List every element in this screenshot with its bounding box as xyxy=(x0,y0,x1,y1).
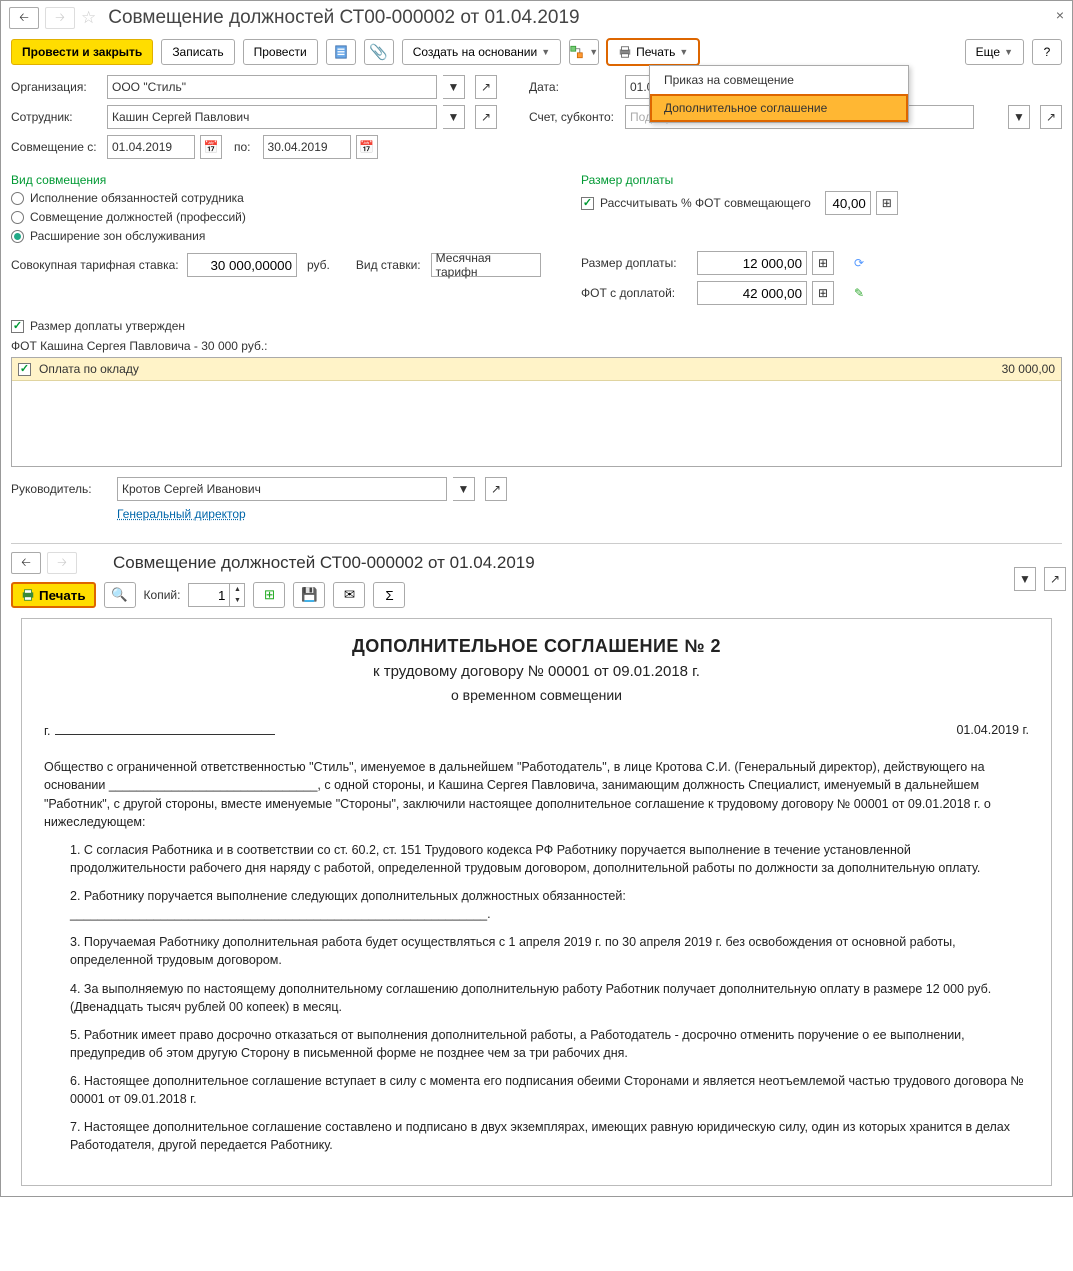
radio-zones[interactable]: Расширение зон обслуживания xyxy=(11,229,551,243)
size-heading: Размер доплаты xyxy=(581,173,1062,187)
excel-icon[interactable]: ⊞ xyxy=(253,582,285,608)
calendar-icon[interactable]: 📅 xyxy=(356,135,378,159)
calc-icon[interactable]: ⊞ xyxy=(812,251,834,275)
calendar-icon[interactable]: 📅 xyxy=(200,135,222,159)
nav-forward-button[interactable]: 🡢 xyxy=(45,7,75,29)
structure-icon[interactable]: ▼ xyxy=(569,39,599,65)
radio-duties[interactable]: Исполнение обязанностей сотрудника xyxy=(11,191,551,205)
emp-field[interactable]: Кашин Сергей Павлович xyxy=(107,105,437,129)
sub-title: Совмещение должностей СТ00-000002 от 01.… xyxy=(113,553,535,573)
print-dropdown-menu: Приказ на совмещение Дополнительное согл… xyxy=(649,65,909,123)
approved-checkbox[interactable] xyxy=(11,320,24,333)
email-icon[interactable]: ✉ xyxy=(333,582,365,608)
fot-field[interactable] xyxy=(697,281,807,305)
close-icon[interactable]: × xyxy=(1056,7,1064,23)
doc-subheading2: о временном совмещении xyxy=(44,685,1029,705)
acct-dropdown-icon[interactable]: ▼ xyxy=(1008,105,1030,129)
date-from-field[interactable]: 01.04.2019 xyxy=(107,135,195,159)
radio-positions[interactable]: Совмещение должностей (профессий) xyxy=(11,210,551,224)
acct-label: Счет, субконто: xyxy=(529,110,619,124)
tariff-label: Совокупная тарифная ставка: xyxy=(11,258,181,272)
fot-summary: ФОТ Кашина Сергея Павловича - 30 000 руб… xyxy=(11,339,1062,353)
date-label: Дата: xyxy=(529,80,619,94)
report-icon[interactable] xyxy=(326,39,356,65)
nav-back-button[interactable]: 🡠 xyxy=(9,7,39,29)
save-file-icon[interactable]: 💾 xyxy=(293,582,325,608)
preview-icon[interactable]: 🔍 xyxy=(104,582,136,608)
window-title: Совмещение должностей СТ00-000002 от 01.… xyxy=(108,7,579,29)
print-button[interactable]: Печать ▼ xyxy=(607,39,699,65)
edit-icon[interactable]: ✎ xyxy=(848,281,870,305)
row-checkbox[interactable] xyxy=(18,363,31,376)
create-based-on-button[interactable]: Создать на основании ▼ xyxy=(402,39,561,65)
sub-nav-forward[interactable]: 🡢 xyxy=(47,552,77,574)
submit-button[interactable]: Провести xyxy=(243,39,318,65)
doc-print-button[interactable]: Печать xyxy=(11,582,96,608)
rate-kind-field[interactable]: Месячная тарифн xyxy=(431,253,541,277)
kind-heading: Вид совмещения xyxy=(11,173,551,187)
payroll-grid[interactable]: Оплата по окладу 30 000,00 xyxy=(11,357,1062,467)
print-document: ДОПОЛНИТЕЛЬНОЕ СОГЛАШЕНИЕ № 2 к трудовом… xyxy=(21,618,1052,1186)
refresh-icon[interactable]: ⟳ xyxy=(848,251,870,275)
save-button[interactable]: Записать xyxy=(161,39,234,65)
table-row[interactable]: Оплата по окладу 30 000,00 xyxy=(12,358,1061,381)
head-label: Руководитель: xyxy=(11,482,111,496)
submit-close-button[interactable]: Провести и закрыть xyxy=(11,39,153,65)
menu-item-order[interactable]: Приказ на совмещение xyxy=(650,66,908,94)
emp-open-icon[interactable]: ↗ xyxy=(475,105,497,129)
favorite-icon[interactable]: ☆ xyxy=(81,8,96,28)
org-open-icon[interactable]: ↗ xyxy=(475,75,497,99)
head-position-link[interactable]: Генеральный директор xyxy=(117,507,246,521)
copies-label: Копий: xyxy=(144,588,181,602)
head-dropdown-icon[interactable]: ▼ xyxy=(453,477,475,501)
calc-fot-checkbox[interactable] xyxy=(581,197,594,210)
copies-spinner[interactable]: ▲▼ xyxy=(188,583,245,607)
head-open-icon[interactable]: ↗ xyxy=(485,477,507,501)
sub-dropdown-icon[interactable]: ▼ xyxy=(1014,567,1036,591)
emp-label: Сотрудник: xyxy=(11,110,101,124)
head-field[interactable]: Кротов Сергей Иванович xyxy=(117,477,447,501)
menu-item-agreement[interactable]: Дополнительное соглашение xyxy=(650,94,908,122)
doc-preamble: Общество с ограниченной ответственностью… xyxy=(44,758,1029,831)
doc-heading: ДОПОЛНИТЕЛЬНОЕ СОГЛАШЕНИЕ № 2 xyxy=(44,633,1029,659)
attach-icon[interactable]: 📎 xyxy=(364,39,394,65)
doc-date: 01.04.2019 г. xyxy=(956,721,1029,740)
sub-nav-back[interactable]: 🡠 xyxy=(11,552,41,574)
size-field[interactable] xyxy=(697,251,807,275)
calc-icon[interactable]: ⊞ xyxy=(812,281,834,305)
org-label: Организация: xyxy=(11,80,101,94)
date-to-field[interactable]: 30.04.2019 xyxy=(263,135,351,159)
acct-open-icon[interactable]: ↗ xyxy=(1040,105,1062,129)
rate-kind-label: Вид ставки: xyxy=(356,258,421,272)
to-label: по: xyxy=(234,140,251,154)
size-label: Размер доплаты: xyxy=(581,256,691,270)
more-button[interactable]: Еще ▼ xyxy=(965,39,1024,65)
fot-label: ФОТ с доплатой: xyxy=(581,286,691,300)
org-field[interactable]: ООО "Стиль" xyxy=(107,75,437,99)
tariff-field[interactable] xyxy=(187,253,297,277)
calc-icon[interactable]: ⊞ xyxy=(876,191,898,215)
from-label: Совмещение с: xyxy=(11,140,101,154)
sum-icon[interactable]: Σ xyxy=(373,582,405,608)
doc-subheading: к трудовому договору № 00001 от 09.01.20… xyxy=(44,661,1029,683)
org-dropdown-icon[interactable]: ▼ xyxy=(443,75,465,99)
help-button[interactable]: ? xyxy=(1032,39,1062,65)
emp-dropdown-icon[interactable]: ▼ xyxy=(443,105,465,129)
pct-field[interactable] xyxy=(825,191,871,215)
sub-open-icon[interactable]: ↗ xyxy=(1044,567,1066,591)
